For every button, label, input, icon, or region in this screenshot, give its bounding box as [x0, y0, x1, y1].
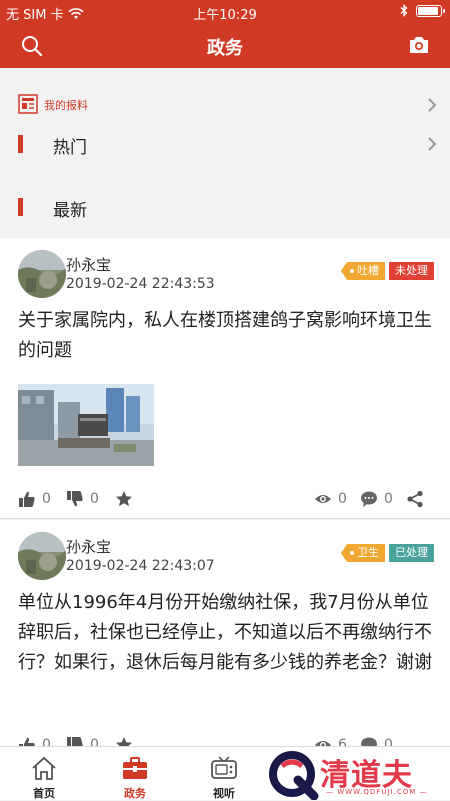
bluetooth-icon	[400, 4, 408, 17]
like-action[interactable]: 0	[18, 490, 51, 508]
tab-gov-label: 政务	[124, 787, 146, 800]
post-text: 关于家属院内，私人在楼顶搭建鸽子窝影响环境卫生的问题	[18, 310, 432, 361]
home-icon	[32, 756, 56, 780]
share-icon	[407, 490, 423, 508]
hot-label: 热门	[53, 138, 87, 158]
post-timestamp: 2019-02-24 22:43:07	[66, 558, 215, 574]
status-badge: 未处理	[389, 262, 434, 280]
star-icon	[116, 491, 132, 507]
tab-media[interactable]: 视听	[184, 747, 264, 801]
post-tags: 卫生 已处理	[341, 544, 434, 562]
my-report-label: 我的报料	[44, 99, 88, 112]
share-action[interactable]	[406, 490, 424, 508]
watermark-subtext: — WWW.QDFUJI.COM —	[326, 788, 428, 796]
post-tags: 吐槽 未处理	[341, 262, 434, 280]
tv-icon	[211, 756, 237, 779]
dislike-count: 0	[90, 491, 99, 507]
category-tag: 卫生	[341, 544, 385, 562]
post-author: 孙永宝	[66, 538, 112, 556]
comment-icon	[361, 491, 377, 507]
latest-row[interactable]: 最新	[18, 194, 438, 221]
latest-accent-bar	[18, 198, 23, 216]
status-badge: 已处理	[389, 544, 434, 562]
post-image[interactable]	[18, 384, 154, 466]
top-nav-bar: 政务	[0, 24, 450, 68]
eye-icon	[315, 495, 331, 503]
section-links: 我的报料 热门 最新	[0, 68, 450, 238]
avatar[interactable]	[18, 532, 66, 580]
status-bar: 无 SIM 卡 上午10:29	[0, 0, 450, 24]
post-timestamp: 2019-02-24 22:43:53	[66, 276, 215, 292]
camera-icon[interactable]	[408, 35, 430, 55]
my-report-row[interactable]: 我的报料	[18, 94, 438, 116]
post-card[interactable]: 孙永宝 2019-02-24 22:43:53 吐槽 未处理 关于家属院内，私人…	[0, 238, 450, 519]
category-tag: 吐槽	[341, 262, 385, 280]
comment-count: 0	[384, 491, 393, 507]
views-action: 0	[314, 490, 347, 508]
tab-gov[interactable]: 政务	[95, 747, 175, 801]
favorite-action[interactable]	[115, 490, 133, 508]
briefcase-icon	[123, 757, 147, 779]
comment-action[interactable]: 0	[360, 490, 393, 508]
post-actions: 0 0 0 0	[18, 490, 434, 512]
post-card[interactable]: 孙永宝 2019-02-24 22:43:07 卫生 已处理 单位从1996年4…	[0, 520, 450, 760]
like-count: 0	[42, 491, 51, 507]
document-icon	[18, 94, 38, 114]
tab-home[interactable]: 首页	[4, 747, 84, 801]
view-count: 0	[338, 491, 347, 507]
watermark-logo-icon	[269, 751, 319, 800]
hot-accent-bar	[18, 135, 23, 153]
post-author: 孙永宝	[66, 256, 112, 274]
post-text: 单位从1996年4月份开始缴纳社保，我7月份从单位辞职后，社保也已经停止，不知道…	[18, 592, 432, 673]
battery-icon	[416, 4, 445, 17]
avatar[interactable]	[18, 250, 66, 298]
status-time: 上午10:29	[193, 8, 257, 23]
chevron-right-icon	[428, 137, 437, 151]
thumbs-up-icon	[19, 491, 35, 507]
hot-row[interactable]: 热门	[18, 131, 438, 158]
latest-label: 最新	[53, 201, 87, 221]
thumbs-down-icon	[67, 491, 83, 507]
chevron-right-icon	[428, 98, 437, 112]
tab-home-label: 首页	[33, 787, 55, 800]
dislike-action[interactable]: 0	[66, 490, 99, 508]
page-title: 政务	[207, 38, 243, 59]
tab-media-label: 视听	[213, 787, 235, 800]
watermark: 清道夫 — WWW.QDFUJI.COM —	[268, 748, 448, 800]
